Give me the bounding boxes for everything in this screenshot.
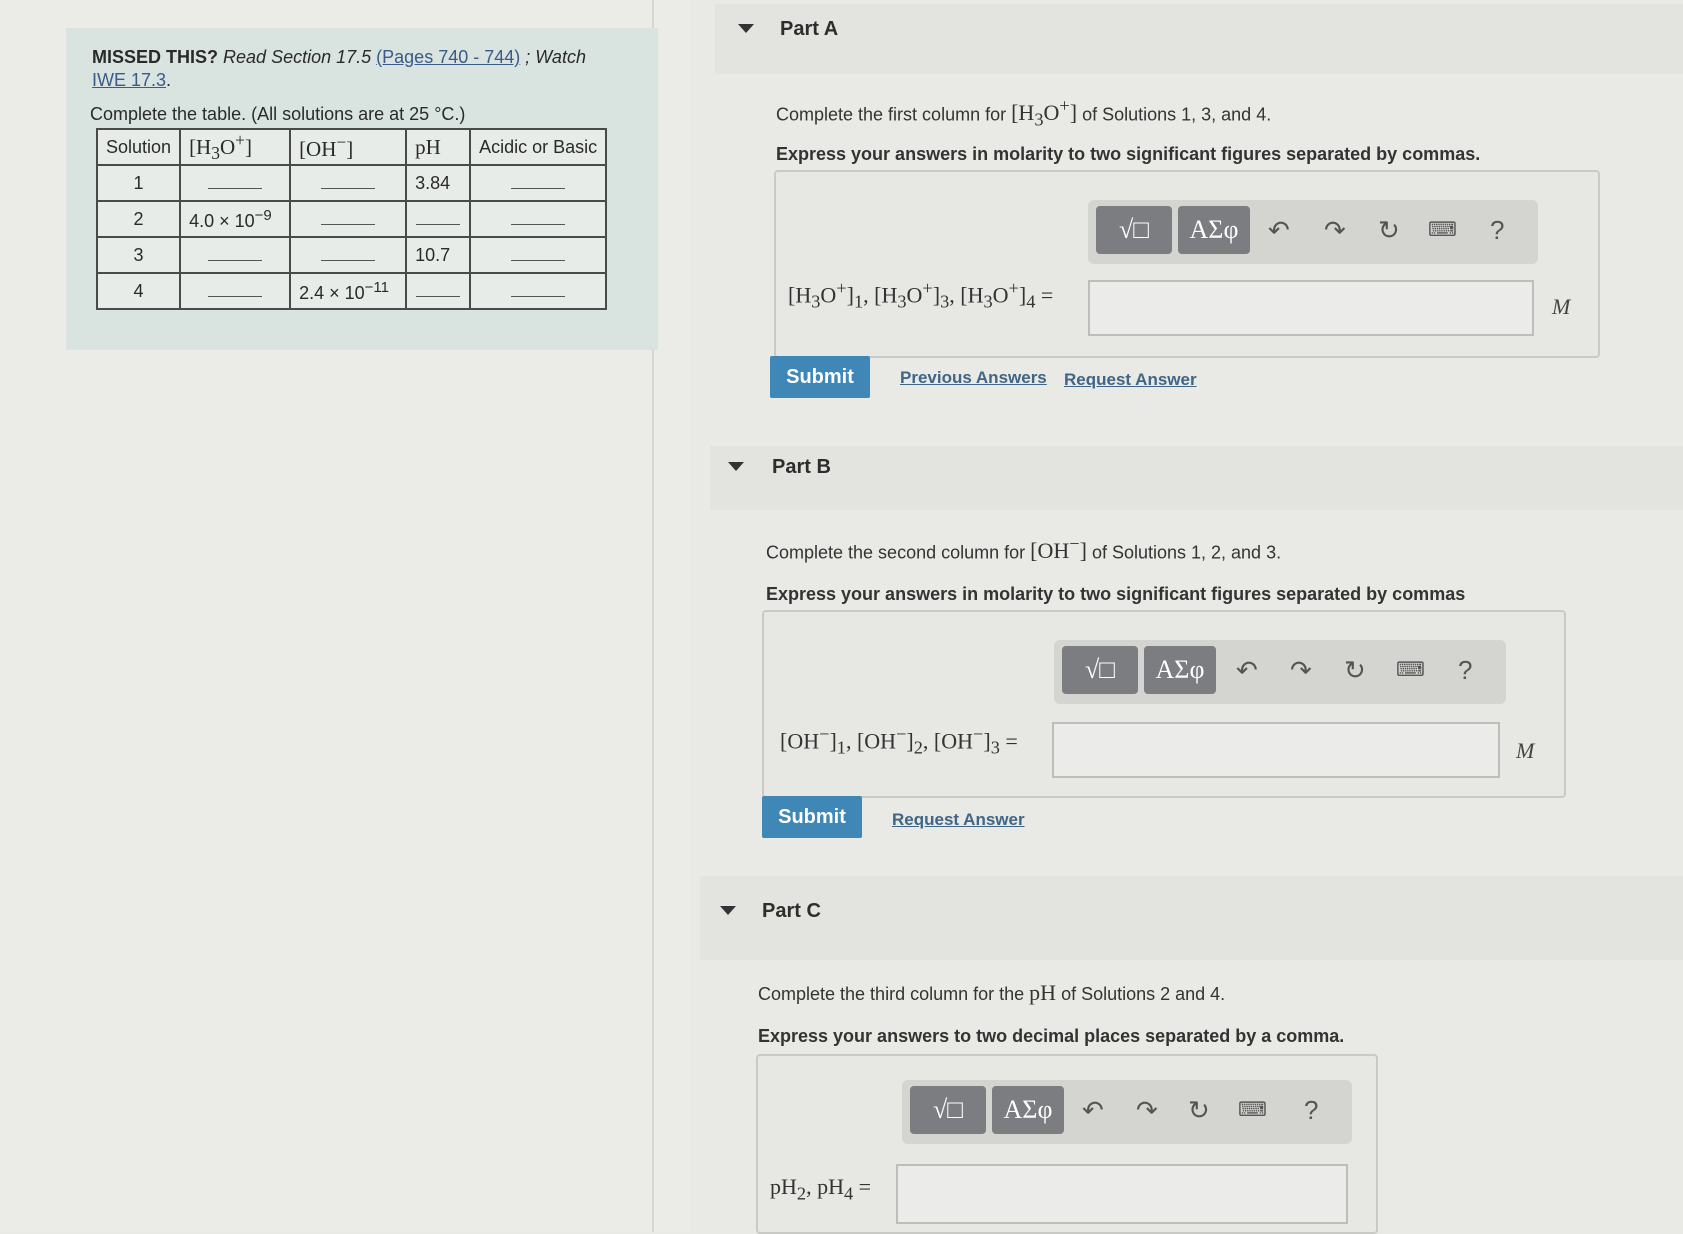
part-b-title: Part B: [772, 456, 831, 478]
cell-solution: 4: [95, 272, 182, 311]
part-a-equation-label: [H3O+]1, [H3O+]3, [H3O+]4 =: [788, 278, 1054, 312]
math-toolbar: √□ ΑΣφ ↶ ↷ ↻ ⌨ ?: [1054, 640, 1506, 704]
keyboard-icon[interactable]: ⌨: [1396, 650, 1425, 690]
part-b-answer-input[interactable]: [1052, 722, 1500, 778]
collapse-caret-icon[interactable]: [728, 462, 744, 471]
cell-solution: 2: [95, 200, 182, 239]
table-instructions: Complete the table. (All solutions are a…: [90, 104, 466, 124]
part-a-prompt: Complete the first column for [H3O+] of …: [776, 96, 1272, 130]
part-c-instruction: Express your answers to two decimal plac…: [758, 1026, 1345, 1046]
part-a-answer-input[interactable]: [1088, 280, 1534, 336]
missed-this-header: MISSED THIS? Read Section 17.5 (Pages 74…: [92, 46, 632, 92]
symbols-button[interactable]: ΑΣφ: [1178, 206, 1250, 254]
keyboard-icon[interactable]: ⌨: [1428, 210, 1457, 250]
header-h3o: [H3O+]: [179, 127, 292, 167]
table-header-row: Solution [H3O+] [OH−] pH Acidic or Basic: [95, 127, 608, 167]
part-c-answer-input[interactable]: [896, 1164, 1348, 1224]
header-ph: pH: [405, 127, 472, 167]
cell-blank: [469, 236, 608, 275]
part-c-answer-box: √□ ΑΣφ ↶ ↷ ↻ ⌨ ? pH2, pH4 =: [756, 1054, 1378, 1234]
help-icon[interactable]: ?: [1490, 210, 1504, 250]
redo-icon[interactable]: ↷: [1324, 210, 1346, 250]
collapse-caret-icon[interactable]: [738, 24, 754, 33]
cell-blank: [289, 164, 408, 203]
symbols-button[interactable]: ΑΣφ: [992, 1086, 1064, 1134]
cell-blank: [469, 272, 608, 311]
part-b-unit: M: [1516, 738, 1535, 763]
symbols-button[interactable]: ΑΣφ: [1144, 646, 1216, 694]
reset-icon[interactable]: ↻: [1344, 650, 1366, 690]
part-a-header-bar[interactable]: [715, 4, 1683, 74]
header-acidic-basic: Acidic or Basic: [469, 127, 608, 167]
read-section-text: Read Section 17.5: [223, 47, 372, 67]
redo-icon[interactable]: ↷: [1136, 1090, 1158, 1130]
cell-blank: [469, 200, 608, 239]
table-row: 2 4.0 × 10−9: [95, 200, 608, 239]
part-b-header-bar[interactable]: [710, 446, 1683, 510]
table-row: 4 2.4 × 10−11: [95, 272, 608, 311]
part-b-request-answer-link[interactable]: Request Answer: [892, 810, 1025, 830]
math-toolbar: √□ ΑΣφ ↶ ↷ ↻ ⌨ ?: [902, 1080, 1352, 1144]
cell-solution: 3: [95, 236, 182, 275]
templates-button[interactable]: √□: [1096, 206, 1172, 254]
part-a-unit: M: [1552, 294, 1571, 319]
cell-oh: 2.4 × 10−11: [289, 272, 408, 311]
part-c-prompt: Complete the third column for the pH of …: [758, 980, 1226, 1005]
cell-blank: [179, 272, 292, 311]
help-icon[interactable]: ?: [1458, 650, 1472, 690]
pages-link[interactable]: (Pages 740 - 744): [376, 47, 520, 67]
table-row: 3 10.7: [95, 236, 608, 275]
part-a-request-answer-link[interactable]: Request Answer: [1064, 370, 1197, 390]
cell-blank: [405, 200, 472, 239]
table-row: 1 3.84: [95, 164, 608, 203]
cell-blank: [405, 272, 472, 311]
header-solution: Solution: [95, 127, 182, 167]
period-text: .: [166, 70, 172, 90]
cell-blank: [289, 200, 408, 239]
cell-h3o: 4.0 × 10−9: [179, 200, 292, 239]
cell-ph: 3.84: [405, 164, 472, 203]
help-icon[interactable]: ?: [1304, 1090, 1318, 1130]
part-b-answer-box: √□ ΑΣφ ↶ ↷ ↻ ⌨ ? [OH−]1, [OH−]2, [OH−]3 …: [762, 610, 1566, 798]
part-a-answer-box: √□ ΑΣφ ↶ ↷ ↻ ⌨ ? [H3O+]1, [H3O+]3, [H3O+…: [774, 170, 1600, 358]
math-toolbar: √□ ΑΣφ ↶ ↷ ↻ ⌨ ?: [1088, 200, 1538, 264]
part-a-submit-button[interactable]: Submit: [770, 356, 870, 398]
templates-button[interactable]: √□: [1062, 646, 1138, 694]
part-a-title: Part A: [780, 18, 839, 40]
watch-text: ; Watch: [525, 47, 586, 67]
reset-icon[interactable]: ↻: [1378, 210, 1400, 250]
previous-answers-link[interactable]: Previous Answers: [900, 368, 1047, 388]
cell-blank: [179, 236, 292, 275]
cell-blank: [179, 164, 292, 203]
part-b-equation-label: [OH−]1, [OH−]2, [OH−]3 =: [780, 724, 1018, 758]
undo-icon[interactable]: ↶: [1268, 210, 1290, 250]
part-c-header-bar[interactable]: [700, 876, 1683, 960]
part-b-instruction: Express your answers in molarity to two …: [766, 584, 1466, 604]
cell-ph: 10.7: [405, 236, 472, 275]
collapse-caret-icon[interactable]: [720, 906, 736, 915]
part-b-submit-button[interactable]: Submit: [762, 796, 862, 838]
part-c-equation-label: pH2, pH4 =: [770, 1174, 872, 1204]
cell-blank: [289, 236, 408, 275]
part-a-instruction: Express your answers in molarity to two …: [776, 144, 1481, 164]
redo-icon[interactable]: ↷: [1290, 650, 1312, 690]
solutions-table: Solution [H3O+] [OH−] pH Acidic or Basic…: [95, 127, 608, 311]
cell-blank: [469, 164, 608, 203]
templates-button[interactable]: √□: [910, 1086, 986, 1134]
part-c-title: Part C: [762, 900, 821, 922]
missed-this-label: MISSED THIS?: [92, 47, 219, 67]
reset-icon[interactable]: ↻: [1188, 1090, 1210, 1130]
cell-solution: 1: [95, 164, 182, 203]
iwe-link[interactable]: IWE 17.3: [92, 70, 166, 90]
missed-this-panel: MISSED THIS? Read Section 17.5 (Pages 74…: [66, 28, 658, 350]
keyboard-icon[interactable]: ⌨: [1238, 1090, 1267, 1130]
header-oh: [OH−]: [289, 127, 408, 167]
undo-icon[interactable]: ↶: [1236, 650, 1258, 690]
part-b-prompt: Complete the second column for [OH−] of …: [766, 534, 1282, 564]
undo-icon[interactable]: ↶: [1082, 1090, 1104, 1130]
